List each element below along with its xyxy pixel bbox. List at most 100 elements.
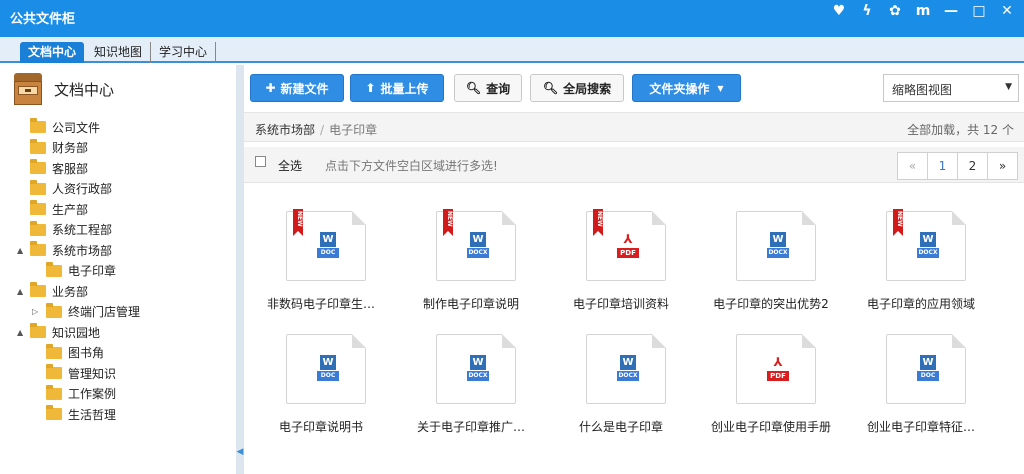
query-button[interactable]: 🔍︎ 查询	[454, 74, 522, 102]
pager-page-button[interactable]: 1	[927, 152, 958, 180]
file-name[interactable]: 创业电子印章使用手册	[690, 418, 852, 435]
folder-icon	[46, 384, 62, 400]
breadcrumb: 系统市场部 / 电子印章	[255, 123, 378, 137]
select-all-checkbox[interactable]	[255, 156, 266, 167]
tree-item[interactable]: 工作案例	[46, 384, 116, 404]
tree-item-label: 系统市场部	[52, 243, 113, 258]
tree-item[interactable]: 电子印章	[46, 261, 116, 281]
file-thumbnail[interactable]: W DOCX	[436, 334, 516, 404]
file-thumbnail[interactable]: W DOC	[886, 334, 966, 404]
sidebar-splitter[interactable]: ◀	[236, 65, 244, 474]
pager-next-button[interactable]: »	[987, 152, 1018, 180]
tree-item[interactable]: ▲ 知识园地	[17, 322, 100, 342]
file-thumbnail[interactable]: ⅄ PDF	[736, 334, 816, 404]
file-thumbnail[interactable]: NEW W DOC	[286, 209, 366, 281]
pagination: «1 2»	[897, 152, 1018, 180]
file-thumbnail[interactable]: W DOCX	[736, 211, 816, 281]
global-search-button[interactable]: 🔍︎ 全局搜索	[530, 74, 624, 102]
maximize-icon[interactable]: □	[968, 0, 990, 22]
file-item[interactable]: W DOC 电子印章说明书	[246, 321, 396, 441]
folder-icon	[46, 261, 62, 277]
word-logo: W	[770, 232, 786, 247]
collapse-arrow-icon[interactable]: ▲	[17, 328, 23, 337]
file-name[interactable]: 创业电子印章特征…	[840, 418, 1002, 435]
tree-item[interactable]: 图书角	[46, 343, 104, 363]
gear-icon[interactable]: ✿	[884, 0, 906, 22]
view-mode-select[interactable]: 缩略图视图 ▼	[883, 74, 1019, 102]
file-grid[interactable]: NEW W DOC 非数码电子印章生… NEW W DOCX 制作电子印章说明 NEW ⅄ PDF 电…	[244, 200, 1024, 474]
word-file-icon: W DOC	[317, 355, 339, 383]
folder-icon	[30, 138, 46, 154]
file-thumbnail[interactable]: NEW W DOCX	[436, 209, 516, 281]
tree-item[interactable]: 人资行政部	[30, 179, 112, 199]
expand-arrow-icon[interactable]: ▷	[32, 307, 38, 316]
new-badge-icon: NEW	[593, 209, 603, 236]
tab-0[interactable]: 文档中心	[20, 42, 85, 63]
file-name[interactable]: 电子印章的突出优势2	[690, 295, 852, 312]
folder-icon	[30, 179, 46, 195]
tree-item[interactable]: 公司文件	[30, 117, 100, 137]
selection-hint: 点击下方文件空白区域进行多选!	[325, 159, 498, 173]
minimize-icon[interactable]: —	[940, 0, 962, 22]
tab-1[interactable]: 知识地图	[86, 42, 152, 63]
heart-icon[interactable]: ♥	[828, 0, 850, 22]
file-name[interactable]: 电子印章培训资料	[540, 295, 702, 312]
pager-page-button[interactable]: 2	[957, 152, 988, 180]
file-item[interactable]: W DOC 创业电子印章特征…	[846, 321, 996, 441]
page-fold	[502, 334, 516, 348]
tree-item[interactable]: 管理知识	[46, 363, 116, 383]
select-all-label[interactable]: 全选	[278, 157, 302, 174]
close-icon[interactable]: ✕	[996, 0, 1018, 22]
book-icon[interactable]: m	[912, 0, 934, 22]
file-item[interactable]: W DOCX 什么是电子印章	[546, 321, 696, 441]
tree-item[interactable]: ▲ 业务部	[17, 281, 88, 301]
tree-item[interactable]: 客服部	[30, 158, 88, 178]
file-name[interactable]: 制作电子印章说明	[390, 295, 552, 312]
word-logo: W	[620, 355, 636, 370]
tab-2[interactable]: 学习中心	[151, 42, 217, 63]
file-name[interactable]: 电子印章的应用领域	[840, 295, 1002, 312]
tree-item-label: 终端门店管理	[68, 305, 141, 319]
page-fold	[802, 211, 816, 225]
file-thumbnail[interactable]: W DOCX	[586, 334, 666, 404]
word-file-icon: W DOC	[917, 355, 939, 383]
file-name[interactable]: 非数码电子印章生…	[240, 295, 402, 312]
file-item[interactable]: W DOCX 关于电子印章推广…	[396, 321, 546, 441]
caret-down-icon: ▼	[717, 83, 724, 93]
lightning-icon[interactable]: ϟ	[856, 0, 878, 22]
file-item[interactable]: NEW W DOC 非数码电子印章生…	[246, 198, 396, 318]
tree-item[interactable]: ▷ 终端门店管理	[32, 302, 141, 322]
tree-item[interactable]: 生活哲理	[46, 404, 116, 424]
file-thumbnail[interactable]: NEW W DOCX	[886, 209, 966, 281]
breadcrumb-current: 电子印章	[329, 123, 378, 137]
file-thumbnail[interactable]: NEW ⅄ PDF	[586, 209, 666, 281]
file-name[interactable]: 什么是电子印章	[540, 418, 702, 435]
tree-item[interactable]: 生产部	[30, 199, 88, 219]
page-fold	[352, 334, 366, 348]
file-name[interactable]: 电子印章说明书	[240, 418, 402, 435]
pdf-file-icon: ⅄ PDF	[767, 355, 789, 383]
pager-prev-button[interactable]: «	[897, 152, 928, 180]
file-thumbnail[interactable]: W DOC	[286, 334, 366, 404]
file-item[interactable]: W DOCX 电子印章的突出优势2	[696, 198, 846, 318]
page-fold	[352, 211, 366, 225]
file-item[interactable]: NEW W DOCX 电子印章的应用领域	[846, 198, 996, 318]
word-logo: W	[920, 355, 936, 370]
collapse-arrow-icon[interactable]: ▲	[17, 246, 23, 255]
word-file-icon: W DOCX	[467, 232, 489, 260]
new-file-button[interactable]: ✚ 新建文件	[250, 74, 344, 102]
tree-item[interactable]: ▲ 系统市场部	[17, 240, 113, 260]
breadcrumb-root[interactable]: 系统市场部	[255, 123, 315, 137]
collapse-arrow-icon[interactable]: ◀	[236, 446, 244, 458]
file-item[interactable]: NEW ⅄ PDF 电子印章培训资料	[546, 198, 696, 318]
collapse-arrow-icon[interactable]: ▲	[17, 287, 23, 296]
batch-upload-button[interactable]: ⬆ 批量上传	[350, 74, 444, 102]
folder-operations-button[interactable]: 文件夹操作 ▼	[632, 74, 741, 102]
file-item[interactable]: ⅄ PDF 创业电子印章使用手册	[696, 321, 846, 441]
tree-item[interactable]: 财务部	[30, 138, 88, 158]
file-name[interactable]: 关于电子印章推广…	[390, 418, 552, 435]
upload-arrow-icon: ⬆	[365, 81, 376, 95]
tree-item[interactable]: 系统工程部	[30, 220, 112, 240]
file-item[interactable]: NEW W DOCX 制作电子印章说明	[396, 198, 546, 318]
file-extension: DOCX	[767, 248, 789, 258]
